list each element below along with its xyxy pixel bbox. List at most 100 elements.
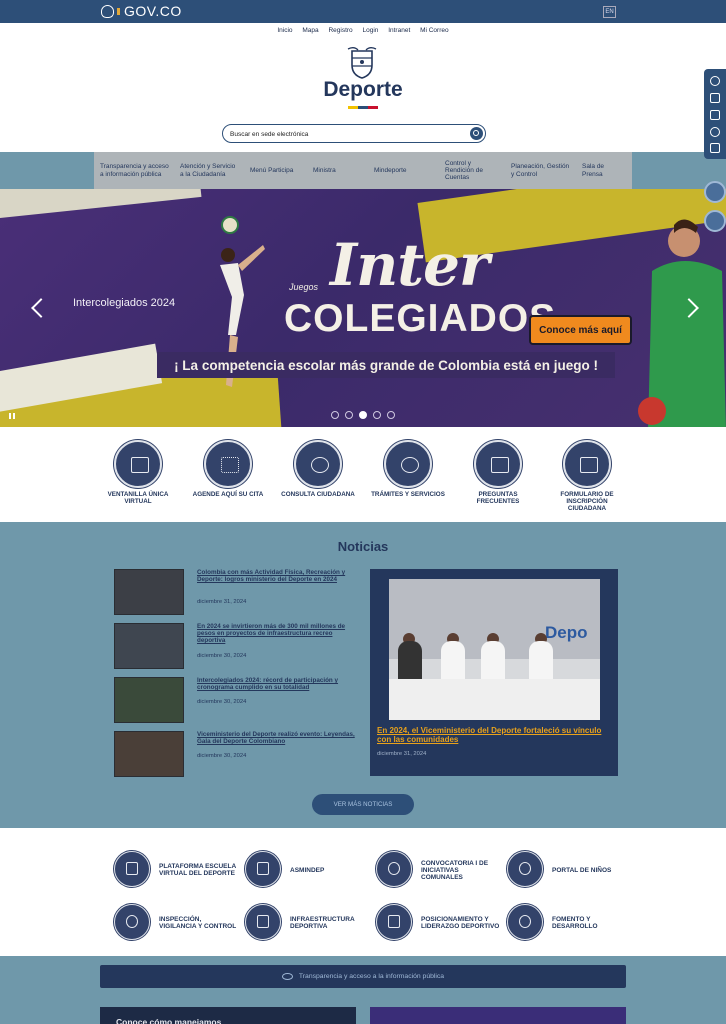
link-portal-ninos[interactable]: PORTAL DE NIÑOS — [507, 851, 632, 889]
news-title[interactable]: En 2024 se invirtieron más de 300 mil mi… — [197, 623, 357, 644]
quick-label: FORMULARIO DE INSCRIPCIÓN CIUDADANA — [560, 491, 614, 512]
photo-table — [389, 679, 600, 720]
news-item[interactable]: Colombia con más Actividad Física, Recre… — [114, 569, 354, 617]
link-label: INSPECCIÓN, VIGILANCIA Y CONTROL — [159, 916, 237, 930]
brand-flag-strip — [348, 106, 378, 109]
photo-person — [398, 641, 422, 683]
carousel-prev-icon[interactable] — [31, 298, 51, 318]
links-grid: PLATAFORMA ESCUELA VIRTUAL DEL DEPORTE A… — [0, 828, 726, 956]
quick-formulario[interactable]: FORMULARIO DE INSCRIPCIÓN CIUDADANA — [547, 440, 627, 512]
link-infraestructura[interactable]: INFRAESTRUCTURA DEPORTIVA — [245, 904, 370, 942]
hero-carousel[interactable]: Intercolegiados 2024 Juegos Inter COLEGI… — [0, 189, 726, 427]
sign-language-icon[interactable] — [710, 143, 720, 153]
quick-label: CONSULTA CIUDADANA — [281, 491, 355, 498]
quick-label: PREGUNTAS FRECUENTES — [476, 491, 520, 505]
carousel-dot[interactable] — [345, 411, 353, 419]
chat-icon — [204, 440, 252, 488]
mainnav-control[interactable]: Control y Rendición de Cuentas — [445, 152, 497, 189]
news-thumbnail[interactable] — [114, 731, 184, 777]
transparency-label: Transparencia y acceso a la información … — [298, 973, 445, 980]
contrast-icon[interactable] — [710, 76, 720, 86]
quick-consulta[interactable]: CONSULTA CIUDADANA — [278, 440, 358, 499]
book-icon — [245, 851, 281, 887]
more-news-button[interactable]: VER MÁS NOTICIAS — [312, 794, 414, 815]
quick-agende[interactable]: AGENDE AQUÍ SU CITA — [188, 440, 268, 499]
carousel-dot[interactable] — [331, 411, 339, 419]
accessibility-icon[interactable] — [710, 127, 720, 137]
mainnav-ministra[interactable]: Ministra — [313, 152, 353, 189]
photo-person — [481, 641, 505, 683]
question-icon — [474, 440, 522, 488]
search-box — [222, 124, 486, 143]
monitor-icon — [114, 851, 150, 887]
featured-news[interactable]: Depo En 2024, el Viceministerio del Depo… — [370, 569, 618, 776]
transparency-button[interactable]: Transparencia y acceso a la información … — [100, 965, 626, 988]
topnav-mapa[interactable]: Mapa — [302, 27, 318, 34]
hero-juegos-text: Juegos — [289, 282, 319, 292]
carousel-dot[interactable] — [373, 411, 381, 419]
mainnav-atencion[interactable]: Atención y Servicio a la Ciudadanía — [180, 152, 236, 189]
chat-fab-icon[interactable] — [704, 181, 726, 203]
quick-tramites[interactable]: TRÁMITES Y SERVICIOS — [368, 440, 448, 499]
news-thumbnail[interactable] — [114, 623, 184, 669]
mainnav-transparencia[interactable]: Transparencia y acceso a información púb… — [100, 152, 172, 189]
gov-logo[interactable]: GOV.CO — [101, 3, 182, 19]
news-title[interactable]: Viceministerio del Deporte realizó event… — [197, 731, 357, 745]
news-title[interactable]: Colombia con más Actividad Física, Recre… — [197, 569, 357, 583]
hero-cta-button[interactable]: Conoce más aquí — [529, 315, 632, 345]
mainnav-prensa[interactable]: Sala de Prensa — [582, 152, 622, 189]
carousel-dot-active[interactable] — [359, 411, 367, 419]
carousel-pause-icon[interactable] — [9, 413, 15, 419]
topnav-inicio[interactable]: Inicio — [277, 27, 292, 34]
link-label: CONVOCATORIA I DE INICIATIVAS COMUNALES — [421, 859, 489, 881]
link-label: POSICIONAMIENTO Y LIDERAZGO DEPORTIVO — [421, 916, 500, 930]
news-thumbnail[interactable] — [114, 569, 184, 615]
quick-preguntas[interactable]: PREGUNTAS FRECUENTES — [458, 440, 538, 506]
link-label: PORTAL DE NIÑOS — [552, 866, 612, 874]
brand-title[interactable]: Deporte — [0, 78, 726, 102]
news-title[interactable]: Intercolegiados 2024: récord de particip… — [197, 677, 357, 691]
font-increase-icon[interactable] — [710, 110, 720, 120]
mainnav-planeacion[interactable]: Planeación, Gestión y Control — [511, 152, 571, 189]
link-asmindep[interactable]: ASMINDEP — [245, 851, 370, 889]
link-inspeccion[interactable]: INSPECCIÓN, VIGILANCIA Y CONTROL — [114, 904, 239, 942]
promo-card[interactable]: Conoce cómo manejamos — [100, 1007, 356, 1024]
gov-accent — [117, 7, 120, 15]
news-thumbnail[interactable] — [114, 677, 184, 723]
slide-title: Intercolegiados 2024 — [73, 297, 176, 309]
news-item[interactable]: En 2024 se invirtieron más de 300 mil mi… — [114, 623, 354, 671]
news-item[interactable]: Intercolegiados 2024: récord de particip… — [114, 677, 354, 725]
eye-icon — [281, 973, 293, 980]
network-icon — [507, 904, 543, 940]
featured-photo[interactable]: Depo — [389, 579, 600, 720]
quick-access: VENTANILLA ÚNICA VIRTUAL AGENDE AQUÍ SU … — [0, 427, 726, 522]
gov-crest-icon — [101, 4, 114, 18]
language-toggle[interactable]: EN — [603, 6, 616, 18]
topnav-registro[interactable]: Registro — [328, 27, 352, 34]
link-convocatoria[interactable]: CONVOCATORIA I DE INICIATIVAS COMUNALES — [376, 851, 501, 889]
flag-icon — [376, 904, 412, 940]
topnav-correo[interactable]: Mi Correo — [420, 27, 449, 34]
gov-bar: GOV.CO EN — [0, 0, 726, 23]
carousel-dot[interactable] — [387, 411, 395, 419]
featured-title[interactable]: En 2024, el Viceministerio del Deporte f… — [377, 726, 609, 744]
news-item[interactable]: Viceministerio del Deporte realizó event… — [114, 731, 357, 779]
search-input[interactable] — [230, 128, 460, 140]
link-posicionamiento[interactable]: POSICIONAMIENTO Y LIDERAZGO DEPORTIVO — [376, 904, 501, 942]
mainnav-participa[interactable]: Menú Participa — [250, 152, 306, 189]
mainnav-mindeporte[interactable]: Mindeporte — [374, 152, 424, 189]
hero-tagline: ¡ La competencia escolar más grande de C… — [157, 352, 615, 378]
quick-label: VENTANILLA ÚNICA VIRTUAL — [107, 491, 169, 505]
promo-card[interactable] — [370, 1007, 626, 1024]
quick-label: AGENDE AQUÍ SU CITA — [192, 491, 264, 498]
document-fab-icon[interactable] — [704, 210, 726, 232]
font-decrease-icon[interactable] — [710, 93, 720, 103]
topnav-intranet[interactable]: Intranet — [388, 27, 410, 34]
topnav-login[interactable]: Login — [362, 27, 378, 34]
link-plataforma[interactable]: PLATAFORMA ESCUELA VIRTUAL DEL DEPORTE — [114, 851, 239, 889]
quick-ventanilla[interactable]: VENTANILLA ÚNICA VIRTUAL — [98, 440, 178, 506]
link-fomento[interactable]: FOMENTO Y DESARROLLO — [507, 904, 632, 942]
search-icon[interactable] — [470, 127, 483, 140]
news-date: diciembre 30, 2024 — [197, 753, 247, 759]
gov-logo-text: GOV.CO — [124, 3, 182, 19]
